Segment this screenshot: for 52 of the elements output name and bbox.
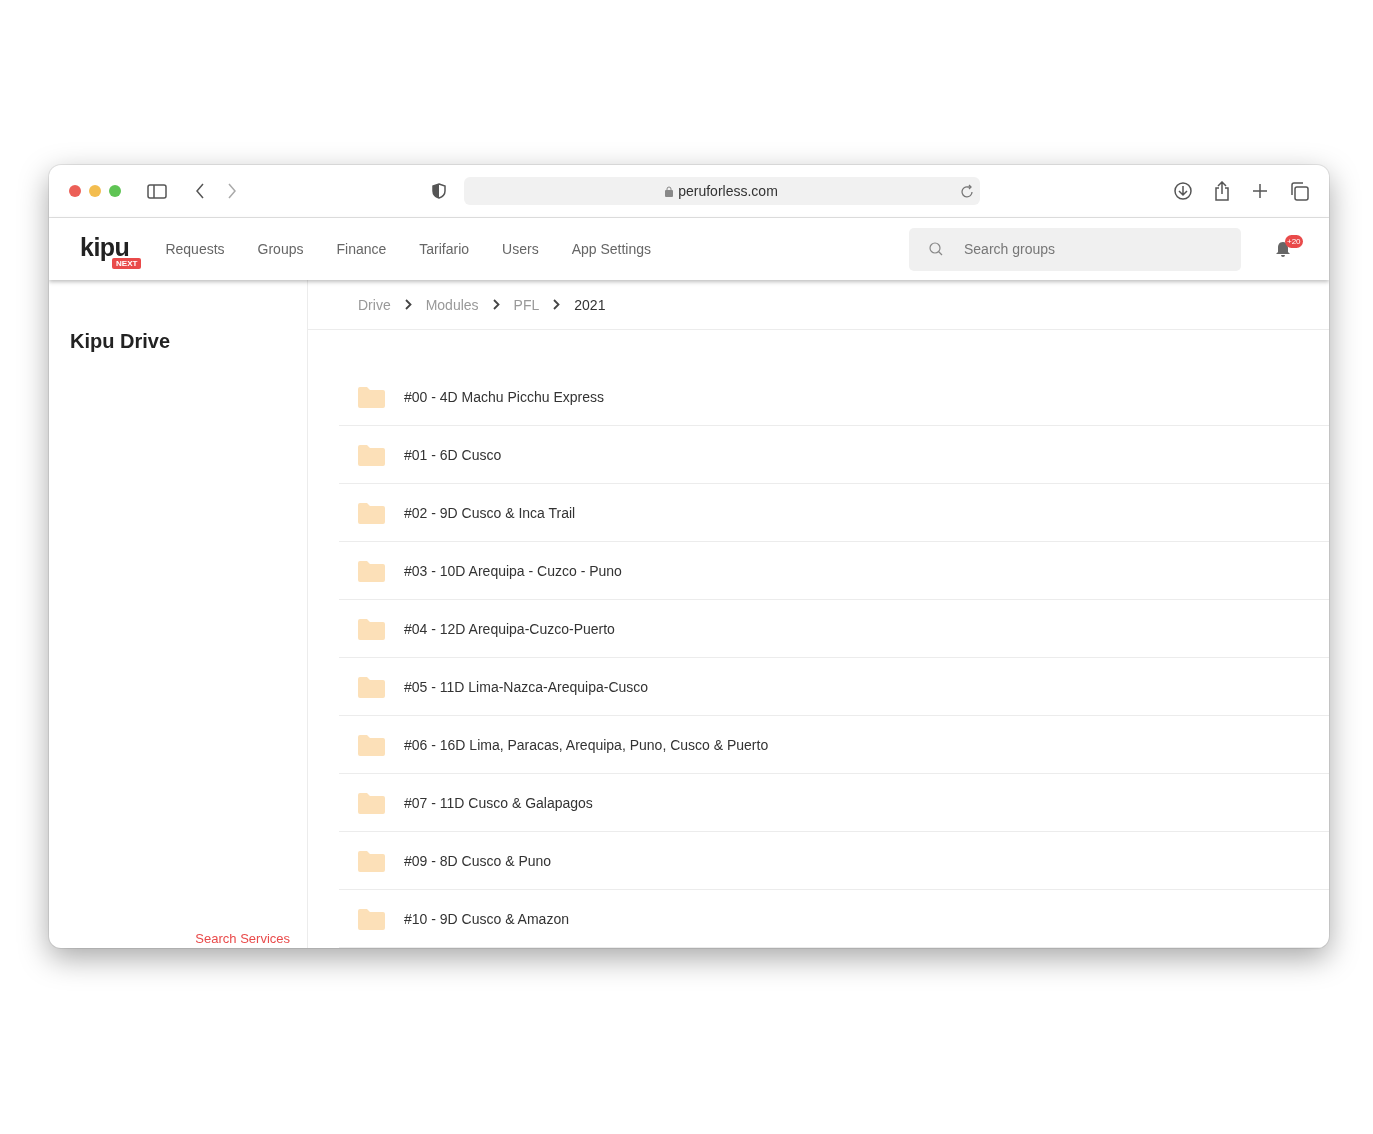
folder-icon[interactable] — [358, 559, 385, 582]
notification-count: +20 — [1285, 235, 1303, 248]
nav-link[interactable]: Groups — [257, 241, 304, 257]
folder-name[interactable]: #09 - 8D Cusco & Puno — [404, 852, 552, 869]
folder-name[interactable]: #06 - 16D Lima, Paracas, Arequipa, Puno, Cusco & Puerto — [404, 736, 769, 753]
folder-icon[interactable] — [358, 385, 385, 408]
folder-icon[interactable] — [358, 791, 385, 814]
search-services-link[interactable]: Search Services — [195, 931, 290, 946]
logo-wordmark[interactable]: kipu — [80, 235, 130, 259]
next-badge: NEXT — [112, 258, 142, 269]
nav-link[interactable]: Requests — [165, 241, 225, 257]
download-icon[interactable] — [1174, 182, 1192, 200]
lock-icon — [665, 185, 674, 197]
folder-icon[interactable] — [358, 443, 385, 466]
new-tab-icon[interactable] — [1252, 183, 1268, 199]
sidebar-icon[interactable] — [147, 183, 167, 199]
nav-link[interactable]: Users — [502, 241, 539, 257]
nav-link[interactable]: Finance — [336, 241, 387, 257]
folder-name[interactable]: #02 - 9D Cusco & Inca Trail — [404, 504, 576, 521]
folder-icon[interactable] — [358, 849, 385, 872]
close-window-button[interactable] — [69, 185, 81, 197]
folder-icon[interactable] — [358, 907, 385, 930]
folder-name[interactable]: #01 - 6D Cusco — [404, 446, 502, 463]
shield-icon[interactable] — [431, 183, 446, 199]
folder-name[interactable]: #03 - 10D Arequipa - Cuzco - Puno — [404, 562, 622, 579]
back-icon[interactable] — [195, 183, 205, 199]
sidebar-title: Kipu Drive — [70, 330, 172, 353]
breadcrumb-link[interactable]: 2021 — [574, 296, 606, 313]
minimize-window-button[interactable] — [89, 185, 101, 197]
reload-icon[interactable] — [960, 184, 974, 198]
folder-name[interactable]: #05 - 11D Lima-Nazca-Arequipa-Cusco — [404, 678, 649, 695]
address-bar[interactable]: peruforless.com — [463, 177, 980, 205]
chevron-right-icon — [492, 299, 500, 310]
folder-name[interactable]: #10 - 9D Cusco & Amazon — [404, 910, 569, 927]
folder-icon[interactable] — [358, 675, 385, 698]
url-text: peruforless.com — [678, 183, 778, 199]
folder-name[interactable]: #04 - 12D Arequipa-Cuzco-Puerto — [404, 620, 615, 637]
tabs-overview-icon[interactable] — [1290, 181, 1309, 201]
folder-icon[interactable] — [358, 501, 385, 524]
chevron-right-icon — [404, 299, 412, 310]
folder-icon[interactable] — [358, 733, 385, 756]
folder-name[interactable]: #00 - 4D Machu Picchu Express — [404, 388, 604, 405]
share-icon[interactable] — [1214, 181, 1230, 201]
folder-icon[interactable] — [358, 617, 385, 640]
folder-name[interactable]: #07 - 11D Cusco & Galapagos — [404, 794, 593, 811]
chevron-right-icon — [553, 299, 561, 310]
nav-link[interactable]: App Settings — [571, 241, 652, 257]
nav-link[interactable]: Tarifario — [419, 241, 470, 257]
maximize-window-button[interactable] — [109, 185, 121, 197]
search-field[interactable]: Search groups — [909, 227, 1241, 271]
forward-icon[interactable] — [227, 183, 237, 199]
search-icon — [929, 241, 943, 256]
